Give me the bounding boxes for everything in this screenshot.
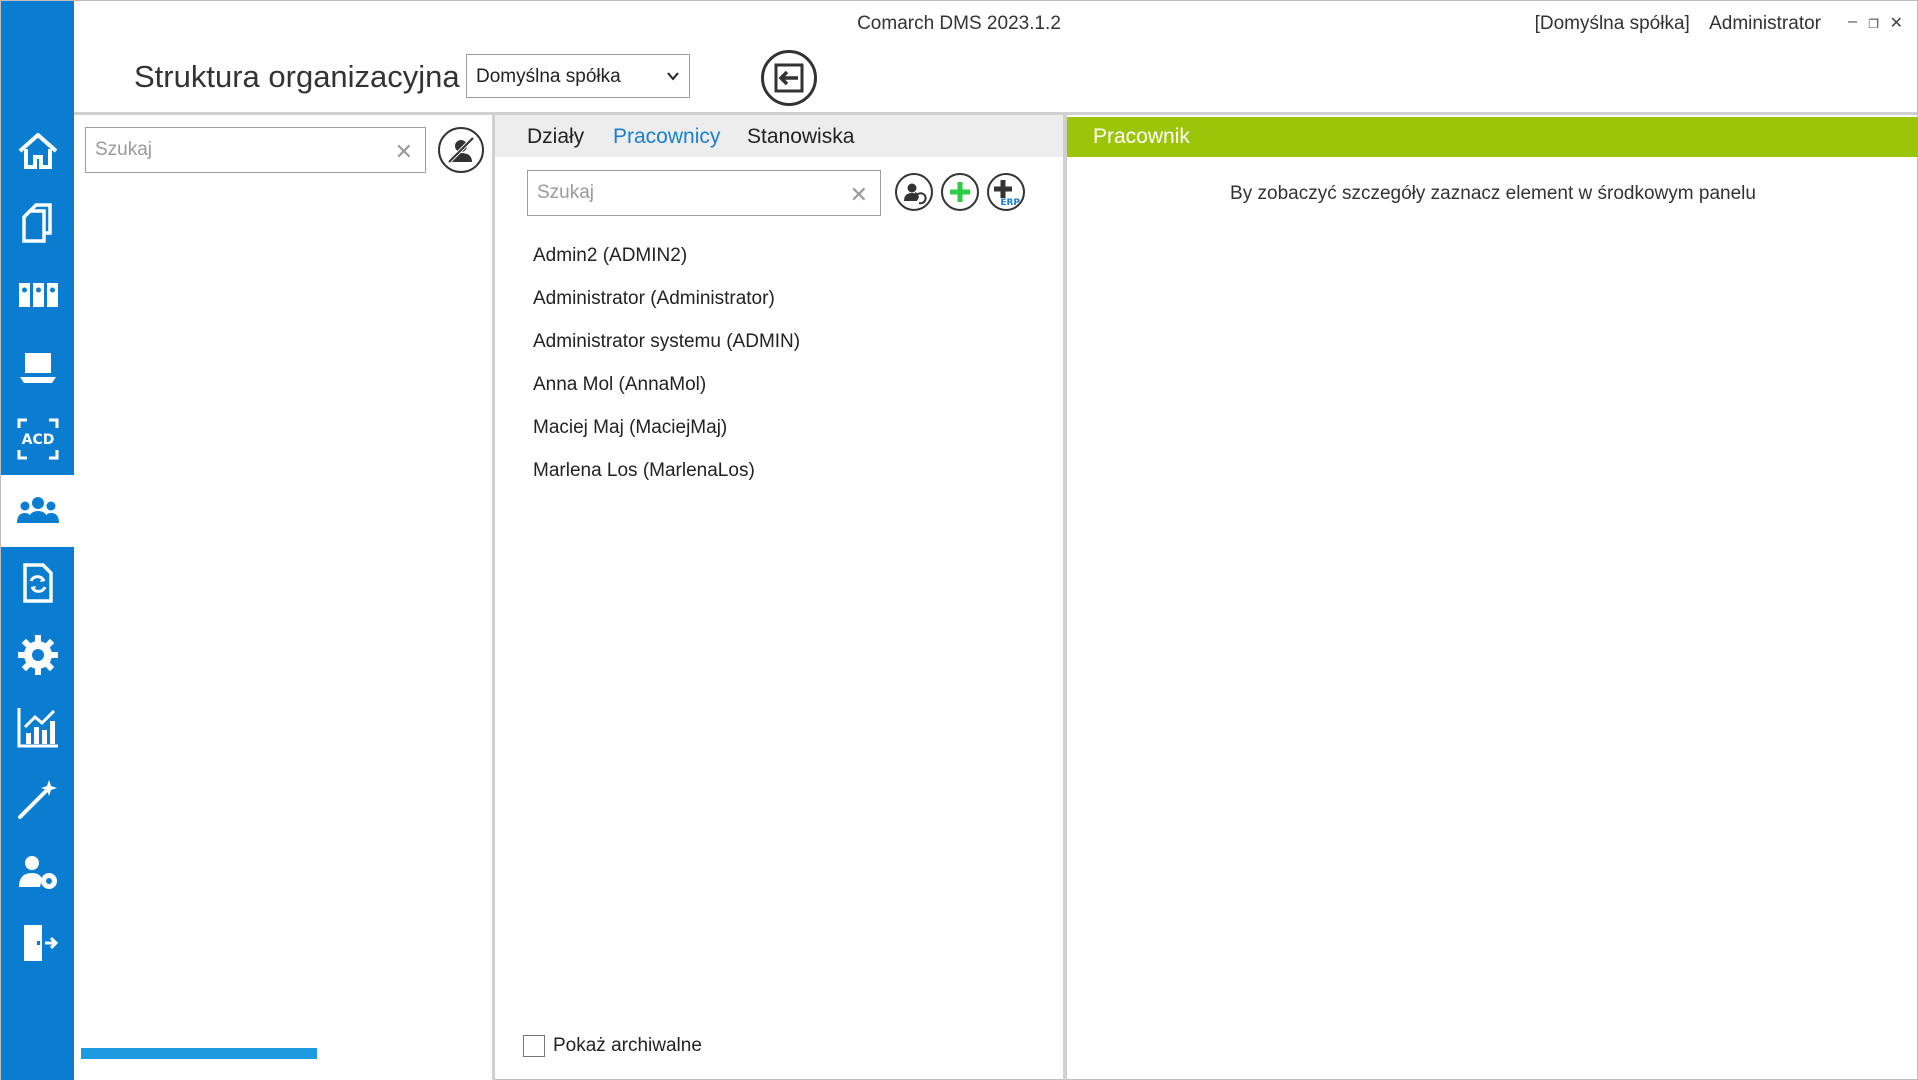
list-item[interactable]: Maciej Maj (MaciejMaj): [533, 411, 800, 454]
loading-progress-bar: [81, 1048, 317, 1059]
app-window: ACD Comarch DMS 2023.1.2 [Domyślna spółk…: [0, 0, 1918, 1080]
laptop-icon: [19, 353, 56, 383]
add-employee-button[interactable]: [941, 173, 979, 211]
svg-text:ERP: ERP: [1000, 198, 1020, 207]
gear-icon: [17, 635, 58, 675]
svg-text:ACD: ACD: [21, 432, 54, 448]
binders-icon: [18, 283, 58, 307]
sidebar-item-home[interactable]: [1, 115, 74, 187]
tabs-bar: Działy Pracownicy Stanowiska: [495, 115, 1063, 157]
structure-search-field[interactable]: ✕: [85, 127, 426, 173]
sidebar-item-logout[interactable]: [1, 907, 74, 979]
list-item[interactable]: Anna Mol (AnnaMol): [533, 368, 800, 411]
loading-progress-fill: [81, 1048, 317, 1059]
sidebar-item-user-settings[interactable]: [1, 835, 74, 907]
list-item[interactable]: Administrator systemu (ADMIN): [533, 325, 800, 368]
details-header: Pracownik: [1067, 117, 1918, 157]
session-info: [Domyślna spółka] Administrator: [1521, 13, 1821, 35]
back-button[interactable]: [761, 50, 817, 106]
reports-chart-icon: [17, 708, 58, 748]
sidebar-item-acd[interactable]: ACD: [1, 403, 74, 475]
logout-door-icon: [23, 925, 58, 961]
sidebar-item-documents[interactable]: [1, 187, 74, 259]
show-archived-checkbox[interactable]: [523, 1035, 545, 1057]
tab-positions[interactable]: Stanowiska: [747, 125, 854, 149]
plus-erp-icon: ERP: [994, 180, 1020, 207]
add-erp-employee-button[interactable]: ERP: [987, 173, 1025, 211]
panel-divider-left[interactable]: [492, 112, 495, 1080]
documents-icon: [21, 203, 52, 243]
tab-departments[interactable]: Działy: [527, 125, 584, 149]
current-company[interactable]: [Domyślna spółka]: [1535, 13, 1690, 34]
assign-employee-button[interactable]: [895, 173, 933, 211]
close-button[interactable]: ✕: [1890, 13, 1903, 33]
clear-icon[interactable]: ✕: [850, 182, 868, 208]
clear-icon[interactable]: ✕: [395, 139, 413, 165]
restore-button[interactable]: ❐: [1868, 17, 1879, 31]
user-settings-icon: [18, 856, 57, 889]
sidebar: ACD: [1, 1, 74, 1080]
show-archived-toggle[interactable]: Pokaż archiwalne: [523, 1035, 702, 1057]
plus-icon: [950, 182, 970, 202]
tab-employees[interactable]: Pracownicy: [613, 125, 720, 149]
sidebar-item-reports[interactable]: [1, 691, 74, 763]
back-arrow-icon: [774, 63, 804, 93]
workflow-document-icon: [22, 563, 53, 603]
company-select-value: Domyślna spółka: [476, 66, 621, 87]
structure-panel: [74, 115, 492, 1080]
show-archived-label: Pokaż archiwalne: [553, 1035, 702, 1056]
sidebar-item-workflow[interactable]: [1, 547, 74, 619]
toggle-employees-button[interactable]: [438, 127, 484, 173]
list-item[interactable]: Admin2 (ADMIN2): [533, 239, 800, 282]
minimize-button[interactable]: –: [1848, 13, 1857, 31]
employee-list: Admin2 (ADMIN2) Administrator (Administr…: [533, 239, 800, 497]
home-icon: [18, 133, 57, 169]
users-icon: [16, 497, 59, 523]
page-title: Struktura organizacyjna: [134, 59, 460, 94]
user-sync-icon: [904, 183, 927, 205]
sidebar-item-organization[interactable]: [1, 475, 74, 547]
details-empty-message: By zobaczyć szczegóły zaznacz element w …: [1230, 183, 1756, 204]
company-select[interactable]: Domyślna spółka: [466, 54, 690, 98]
sidebar-item-workstation[interactable]: [1, 331, 74, 403]
sidebar-item-binders[interactable]: [1, 259, 74, 331]
list-item[interactable]: Administrator (Administrator): [533, 282, 800, 325]
employee-search-field[interactable]: ✕: [527, 170, 881, 216]
acd-icon: ACD: [17, 418, 58, 460]
user-crossed-icon: [447, 136, 475, 164]
chevron-down-icon: [667, 72, 679, 81]
sidebar-item-settings[interactable]: [1, 619, 74, 691]
panel-divider-right[interactable]: [1063, 112, 1067, 1080]
list-item[interactable]: Marlena Los (MarlenaLos): [533, 454, 800, 497]
structure-search-input[interactable]: [86, 128, 425, 172]
employee-search-input[interactable]: [528, 171, 880, 215]
current-user[interactable]: Administrator: [1709, 13, 1821, 34]
sidebar-item-wizard[interactable]: [1, 763, 74, 835]
magic-wand-icon: [17, 780, 57, 819]
